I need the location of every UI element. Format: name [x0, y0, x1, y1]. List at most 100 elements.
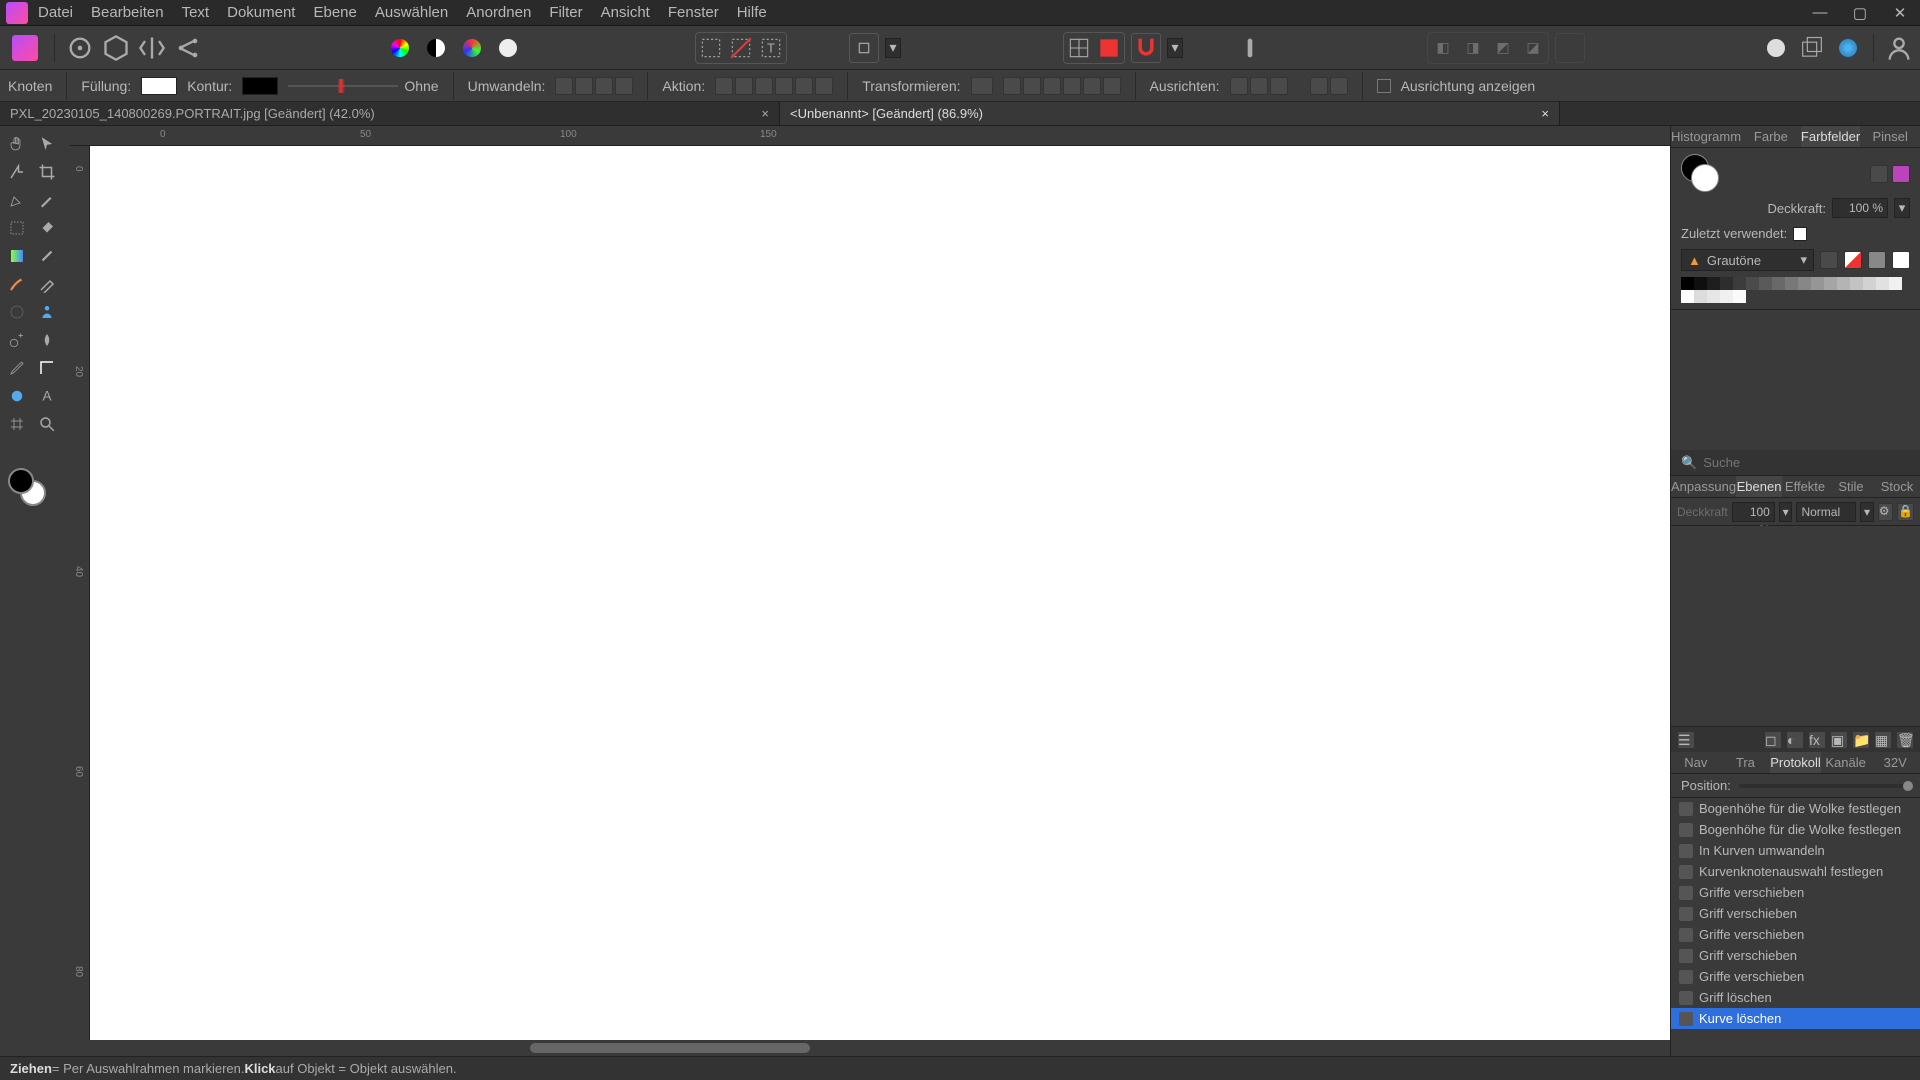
layers-menu-icon[interactable]: ☰ [1677, 731, 1695, 749]
convert-1-button[interactable] [555, 77, 573, 95]
swatch[interactable] [1694, 277, 1707, 290]
swatch[interactable] [1850, 277, 1863, 290]
new-layer-icon[interactable]: ▦ [1874, 731, 1892, 749]
menu-bearbeiten[interactable]: Bearbeiten [91, 4, 164, 21]
swatch[interactable] [1876, 277, 1889, 290]
selection-none-icon[interactable] [728, 35, 754, 61]
tab-effekte[interactable]: Effekte [1782, 476, 1828, 497]
person-tool-icon[interactable] [32, 298, 62, 326]
align-1-button[interactable] [1230, 77, 1248, 95]
menu-hilfe[interactable]: Hilfe [737, 4, 767, 21]
swatch[interactable] [1772, 277, 1785, 290]
tab-protokoll[interactable]: Protokoll [1770, 752, 1821, 773]
shape-tool-icon[interactable] [2, 298, 32, 326]
document-tab-2[interactable]: <Unbenannt> [Geändert] (86.9%) × [780, 102, 1560, 125]
layer-gear-icon[interactable]: ⚙ [1878, 503, 1893, 521]
swatch[interactable] [1759, 277, 1772, 290]
close-button[interactable]: ✕ [1880, 0, 1920, 26]
zoom-tool-icon[interactable] [32, 410, 62, 438]
history-row[interactable]: Kurve löschen [1671, 1008, 1920, 1029]
tab-histogramm[interactable]: Histogramm [1671, 126, 1741, 147]
transform-5-button[interactable] [1083, 77, 1101, 95]
tab-kanaele[interactable]: Kanäle [1821, 752, 1871, 773]
info-icon[interactable] [1235, 33, 1265, 63]
swatch[interactable] [1824, 277, 1837, 290]
gradient-tool-icon[interactable] [2, 242, 32, 270]
grid-red-icon[interactable] [1096, 35, 1122, 61]
menu-ansicht[interactable]: Ansicht [601, 4, 650, 21]
tab-tra[interactable]: Tra [1721, 752, 1771, 773]
node-tool-icon[interactable] [2, 158, 32, 186]
eyedropper-tool-icon[interactable] [2, 354, 32, 382]
target-icon[interactable] [65, 33, 95, 63]
history-row[interactable]: In Kurven umwandeln [1671, 840, 1920, 861]
white-circle-icon[interactable] [493, 33, 523, 63]
history-row[interactable]: Bogenhöhe für die Wolke festlegen [1671, 798, 1920, 819]
swatch[interactable] [1733, 290, 1746, 303]
mask-icon[interactable]: ◻ [1764, 731, 1782, 749]
transform-mode-button[interactable] [971, 77, 993, 95]
grid-icon[interactable] [1066, 35, 1092, 61]
swatch[interactable] [1811, 277, 1824, 290]
convert-4-button[interactable] [615, 77, 633, 95]
magnet-dropdown[interactable]: ▾ [1167, 38, 1183, 58]
autolayout-dropdown[interactable]: ▾ [885, 38, 901, 58]
color-swatch-pair[interactable] [8, 468, 48, 508]
maximize-button[interactable]: ▢ [1840, 0, 1880, 26]
move-tool-icon[interactable] [32, 130, 62, 158]
account-icon[interactable] [1884, 33, 1914, 63]
tab-stile[interactable]: Stile [1828, 476, 1874, 497]
align-4-button[interactable] [1310, 77, 1328, 95]
foreground-color-swatch[interactable] [8, 468, 34, 494]
swatch[interactable] [1746, 277, 1759, 290]
palette-dropdown[interactable]: ▲ Grautöne ▾ [1681, 249, 1814, 271]
history-row[interactable]: Griff löschen [1671, 987, 1920, 1008]
swatch[interactable] [1681, 277, 1694, 290]
folder-icon[interactable]: 📁 [1852, 731, 1870, 749]
transform-6-button[interactable] [1103, 77, 1121, 95]
canvas[interactable] [90, 146, 1670, 1040]
layers-list[interactable] [1671, 526, 1920, 726]
action-2-button[interactable] [735, 77, 753, 95]
fx-icon[interactable]: fx [1808, 731, 1826, 749]
tab-stock[interactable]: Stock [1874, 476, 1920, 497]
opacity-value[interactable]: 100 % [1832, 198, 1888, 218]
palette-view-1-icon[interactable] [1820, 251, 1838, 269]
corner-tool-icon[interactable] [32, 354, 62, 382]
history-row[interactable]: Griffe verschieben [1671, 966, 1920, 987]
layer-opacity-value[interactable]: 100 % [1732, 502, 1775, 522]
menu-filter[interactable]: Filter [549, 4, 582, 21]
menu-datei[interactable]: Datei [38, 4, 73, 21]
fill-swatch[interactable] [141, 77, 177, 95]
mesh-tool-icon[interactable] [2, 410, 32, 438]
tab-1-close-icon[interactable]: × [731, 106, 769, 121]
magnet-icon[interactable] [1131, 33, 1161, 63]
ellipse-tool-icon[interactable] [2, 382, 32, 410]
align-2-button[interactable] [1250, 77, 1268, 95]
layer-lock-icon[interactable]: 🔒 [1897, 503, 1914, 521]
menu-dokument[interactable]: Dokument [227, 4, 295, 21]
transform-2-button[interactable] [1023, 77, 1041, 95]
group-icon[interactable]: ▣ [1830, 731, 1848, 749]
menu-auswaehlen[interactable]: Auswählen [375, 4, 448, 21]
palette-grey-icon[interactable] [1868, 251, 1886, 269]
history-row[interactable]: Griffe verschieben [1671, 924, 1920, 945]
palette-none-icon[interactable] [1844, 251, 1862, 269]
action-3-button[interactable] [755, 77, 773, 95]
action-4-button[interactable] [775, 77, 793, 95]
smudge-tool-icon[interactable] [32, 326, 62, 354]
layer-opacity-dropdown[interactable]: ▾ [1779, 502, 1793, 522]
history-slider[interactable] [1739, 784, 1910, 788]
action-6-button[interactable] [815, 77, 833, 95]
opacity-dropdown[interactable]: ▾ [1894, 198, 1910, 218]
tab-farbfelder[interactable]: Farbfelder [1801, 126, 1861, 147]
share-icon[interactable] [173, 33, 203, 63]
tab-farbe[interactable]: Farbe [1741, 126, 1801, 147]
autolayout-icon[interactable] [849, 33, 879, 63]
bw-circle-icon[interactable] [421, 33, 451, 63]
adjust-icon[interactable]: ◐ [1786, 731, 1804, 749]
clone-tool-icon[interactable] [2, 326, 32, 354]
recent-swatch[interactable] [1793, 227, 1807, 241]
flood-fill-tool-icon[interactable] [32, 214, 62, 242]
color-chip-icon[interactable] [1892, 165, 1910, 183]
